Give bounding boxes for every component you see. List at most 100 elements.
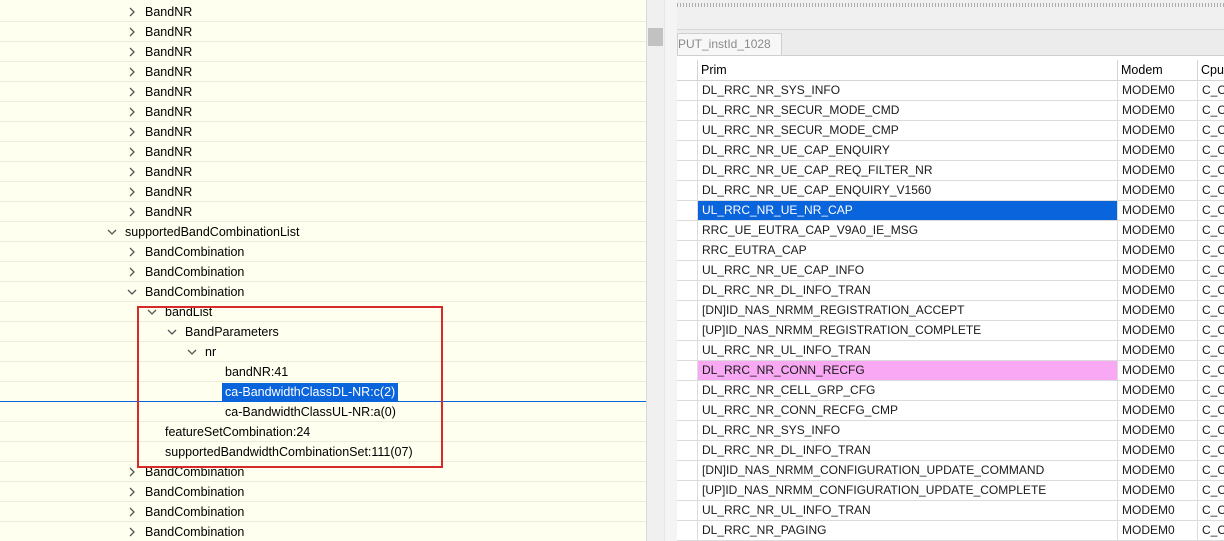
chevron-right-icon[interactable] — [125, 144, 139, 160]
table-row[interactable]: UL_RRC_NR_UL_INFO_TRAN MODEM0 C_C — [677, 341, 1224, 361]
cpu-cell: C_C — [1198, 501, 1224, 521]
tab-instance[interactable]: PUT_instId_1028 — [677, 33, 782, 55]
tree-node-label: BandNR — [145, 165, 193, 179]
tree-node[interactable]: supportedBandCombinationList — [0, 222, 646, 242]
tree-node[interactable]: BandNR — [0, 122, 646, 142]
cpu-cell: C_C — [1198, 121, 1224, 141]
table-row[interactable]: DL_RRC_NR_UE_CAP_REQ_FILTER_NR MODEM0 C_C — [677, 161, 1224, 181]
tree-node[interactable]: BandNR — [0, 82, 646, 102]
column-header-modem[interactable]: Modem — [1118, 60, 1198, 81]
tree-node[interactable]: BandNR — [0, 22, 646, 42]
table-row[interactable]: UL_RRC_NR_UE_CAP_INFO MODEM0 C_C — [677, 261, 1224, 281]
tree-node[interactable]: BandNR — [0, 2, 646, 22]
tree-node-label: ca-BandwidthClassUL-NR:a(0) — [225, 405, 396, 419]
chevron-right-icon[interactable] — [125, 204, 139, 220]
tree-node[interactable]: BandNR — [0, 102, 646, 122]
tree-node[interactable]: BandCombination — [0, 522, 646, 541]
tree-node[interactable]: ca-BandwidthClassDL-NR:c(2) — [0, 382, 646, 402]
chevron-right-icon[interactable] — [125, 264, 139, 280]
tree-node[interactable]: ca-BandwidthClassUL-NR:a(0) — [0, 402, 646, 422]
tree-node[interactable]: BandNR — [0, 62, 646, 82]
tree-node[interactable]: BandNR — [0, 142, 646, 162]
table-row[interactable]: DL_RRC_NR_CELL_GRP_CFG MODEM0 C_C — [677, 381, 1224, 401]
table-row[interactable]: [UP]ID_NAS_NRMM_CONFIGURATION_UPDATE_COM… — [677, 481, 1224, 501]
chevron-right-icon[interactable] — [125, 244, 139, 260]
table-row[interactable]: RRC_EUTRA_CAP MODEM0 C_C — [677, 241, 1224, 261]
tree-node-label: BandCombination — [145, 245, 245, 259]
tree-node[interactable]: BandNR — [0, 202, 646, 222]
chevron-right-icon[interactable] — [125, 64, 139, 80]
index-cell — [677, 421, 698, 441]
chevron-right-icon[interactable] — [125, 44, 139, 60]
table-row[interactable]: DL_RRC_NR_SYS_INFO MODEM0 C_C — [677, 421, 1224, 441]
tree-scrollbar[interactable] — [646, 0, 664, 541]
table-row[interactable]: UL_RRC_NR_UE_NR_CAP MODEM0 C_C — [677, 201, 1224, 221]
tree-node[interactable]: featureSetCombination:24 — [0, 422, 646, 442]
table-row[interactable]: RRC_UE_EUTRA_CAP_V9A0_IE_MSG MODEM0 C_C — [677, 221, 1224, 241]
column-header-cpu[interactable]: Cpu — [1198, 60, 1224, 81]
column-header-index[interactable] — [677, 60, 698, 81]
prim-cell: DL_RRC_NR_SECUR_MODE_CMD — [698, 101, 1118, 121]
tree-node[interactable]: BandNR — [0, 182, 646, 202]
table-row[interactable]: DL_RRC_NR_DL_INFO_TRAN MODEM0 C_C — [677, 281, 1224, 301]
table-row[interactable]: DL_RRC_NR_UE_CAP_ENQUIRY MODEM0 C_C — [677, 141, 1224, 161]
table-row[interactable]: [DN]ID_NAS_NRMM_CONFIGURATION_UPDATE_COM… — [677, 461, 1224, 481]
chevron-right-icon[interactable] — [125, 104, 139, 120]
tree-node[interactable]: BandCombination — [0, 502, 646, 522]
table-row[interactable]: DL_RRC_NR_CONN_RECFG MODEM0 C_C — [677, 361, 1224, 381]
modem-cell: MODEM0 — [1118, 221, 1198, 241]
chevron-right-icon[interactable] — [125, 484, 139, 500]
tree-node[interactable]: BandNR — [0, 162, 646, 182]
chevron-down-icon[interactable] — [145, 304, 159, 320]
cpu-cell: C_C — [1198, 381, 1224, 401]
table-row[interactable]: [DN]ID_NAS_NRMM_REGISTRATION_ACCEPT MODEM… — [677, 301, 1224, 321]
table-row[interactable]: DL_RRC_NR_SYS_INFO MODEM0 C_C — [677, 81, 1224, 101]
chevron-right-icon[interactable] — [125, 164, 139, 180]
chevron-right-icon[interactable] — [125, 24, 139, 40]
chevron-down-icon[interactable] — [185, 344, 199, 360]
chevron-right-icon[interactable] — [125, 184, 139, 200]
cpu-cell: C_C — [1198, 401, 1224, 421]
chevron-right-icon[interactable] — [125, 84, 139, 100]
chevron-right-icon[interactable] — [125, 124, 139, 140]
chevron-right-icon[interactable] — [125, 4, 139, 20]
scrollbar-thumb[interactable] — [648, 28, 663, 46]
tree-node[interactable]: BandCombination — [0, 262, 646, 282]
tree-node[interactable]: BandNR — [0, 42, 646, 62]
tree-node[interactable]: BandCombination — [0, 462, 646, 482]
message-tree-pane[interactable]: BandNR BandNR BandNR BandNR BandNR BandNR Band… — [0, 0, 646, 541]
column-header-prim[interactable]: Prim — [698, 60, 1118, 81]
table-row[interactable]: DL_RRC_NR_DL_INFO_TRAN MODEM0 C_C — [677, 441, 1224, 461]
table-row[interactable]: UL_RRC_NR_UL_INFO_TRAN MODEM0 C_C — [677, 501, 1224, 521]
tree-node[interactable]: supportedBandwidthCombinationSet:111(07) — [0, 442, 646, 462]
modem-cell: MODEM0 — [1118, 301, 1198, 321]
table-row[interactable]: DL_RRC_NR_PAGING MODEM0 C_C — [677, 521, 1224, 541]
table-row[interactable]: UL_RRC_NR_SECUR_MODE_CMP MODEM0 C_C — [677, 121, 1224, 141]
modem-cell: MODEM0 — [1118, 321, 1198, 341]
table-row[interactable]: [UP]ID_NAS_NRMM_REGISTRATION_COMPLETE MOD… — [677, 321, 1224, 341]
prim-cell: UL_RRC_NR_UL_INFO_TRAN — [698, 341, 1118, 361]
chevron-right-icon[interactable] — [125, 524, 139, 540]
tree-node[interactable]: nr — [0, 342, 646, 362]
tree-node[interactable]: BandCombination — [0, 242, 646, 262]
table-row[interactable]: UL_RRC_NR_CONN_RECFG_CMP MODEM0 C_C — [677, 401, 1224, 421]
modem-cell: MODEM0 — [1118, 401, 1198, 421]
chevron-right-icon[interactable] — [125, 504, 139, 520]
modem-cell: MODEM0 — [1118, 421, 1198, 441]
cpu-cell: C_C — [1198, 521, 1224, 541]
chevron-right-icon[interactable] — [125, 464, 139, 480]
tree-node[interactable]: BandCombination — [0, 482, 646, 502]
cpu-cell: C_C — [1198, 461, 1224, 481]
tree-node[interactable]: BandParameters — [0, 322, 646, 342]
tree-node[interactable]: BandCombination — [0, 282, 646, 302]
chevron-down-icon[interactable] — [165, 324, 179, 340]
modem-cell: MODEM0 — [1118, 441, 1198, 461]
tree-node[interactable]: bandNR:41 — [0, 362, 646, 382]
table-row[interactable]: DL_RRC_NR_UE_CAP_ENQUIRY_V1560 MODEM0 C_C — [677, 181, 1224, 201]
tree-node[interactable]: bandList — [0, 302, 646, 322]
chevron-down-icon[interactable] — [125, 284, 139, 300]
table-row[interactable]: DL_RRC_NR_SECUR_MODE_CMD MODEM0 C_C — [677, 101, 1224, 121]
prim-cell: DL_RRC_NR_DL_INFO_TRAN — [698, 441, 1118, 461]
chevron-down-icon[interactable] — [105, 224, 119, 240]
pane-splitter[interactable] — [664, 0, 677, 541]
